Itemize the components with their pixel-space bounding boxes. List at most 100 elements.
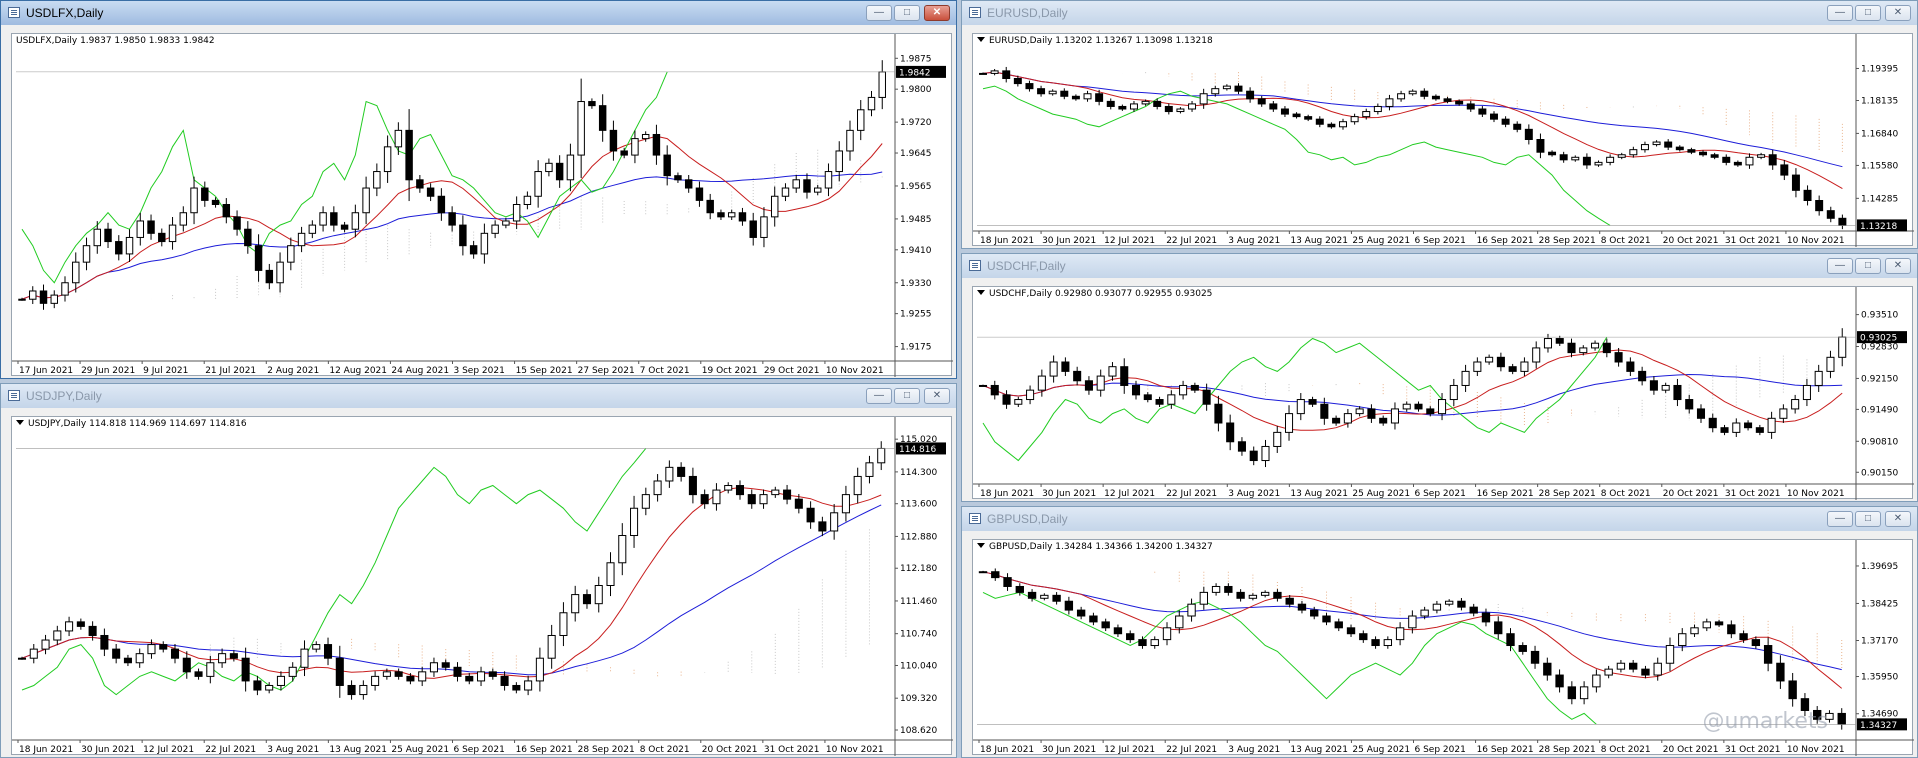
x-tick-label: 15 Sep 2021 bbox=[516, 366, 573, 376]
candle-body bbox=[330, 212, 338, 226]
candle-body bbox=[1346, 627, 1356, 635]
candle-body bbox=[206, 662, 215, 677]
candle-body bbox=[1685, 399, 1694, 410]
candle-body bbox=[1214, 403, 1223, 424]
y-tick-label: 0.92150 bbox=[1861, 374, 1898, 384]
minimize-button[interactable]: — bbox=[866, 388, 892, 404]
chart-plot-area[interactable]: 1.9842 1.9875 1.9800 1.9720 1.9645 1.9565 1.94… bbox=[11, 33, 953, 377]
chart-plot-area[interactable]: 1.13218 1.19395 1.18135 1.16840 1.15580 1.142… bbox=[972, 33, 1914, 247]
candle-body bbox=[1641, 668, 1650, 676]
candle-body bbox=[559, 612, 568, 636]
maximize-button[interactable]: □ bbox=[1855, 511, 1881, 527]
candle-body bbox=[112, 648, 121, 659]
candle-body bbox=[1426, 408, 1435, 415]
close-button[interactable]: ✕ bbox=[1885, 5, 1911, 21]
candle-body bbox=[588, 101, 596, 107]
collapse-arrow-icon[interactable] bbox=[977, 290, 985, 295]
candle-body bbox=[1002, 394, 1011, 405]
candle-body bbox=[1155, 399, 1164, 405]
candle-body bbox=[1555, 674, 1564, 688]
collapse-arrow-icon[interactable] bbox=[16, 420, 24, 425]
maximize-button[interactable]: □ bbox=[1855, 5, 1881, 21]
maximize-button[interactable]: □ bbox=[1855, 258, 1881, 274]
close-button[interactable]: ✕ bbox=[1885, 258, 1911, 274]
candle-body bbox=[749, 220, 757, 238]
title-bar[interactable]: USDJPY,Daily — □ ✕ bbox=[1, 384, 956, 408]
candle-body bbox=[222, 204, 231, 218]
collapse-arrow-icon[interactable] bbox=[977, 37, 985, 42]
title-bar[interactable]: USDLFX,Daily — □ ✕ bbox=[1, 1, 956, 25]
candle-body bbox=[512, 684, 521, 691]
candle-body bbox=[1653, 662, 1662, 676]
candle-body bbox=[865, 462, 874, 477]
candle-body bbox=[1614, 352, 1623, 363]
candle-body bbox=[1414, 403, 1423, 410]
title-bar[interactable]: EURUSD,Daily — □ ✕ bbox=[962, 1, 1917, 25]
candle-body bbox=[1037, 88, 1046, 95]
y-tick-label: 1.18135 bbox=[1861, 96, 1898, 106]
candle-body bbox=[405, 129, 413, 181]
maximize-button[interactable]: □ bbox=[894, 388, 920, 404]
candle-body bbox=[1532, 347, 1541, 363]
candle-body bbox=[1373, 105, 1382, 113]
close-button[interactable]: ✕ bbox=[1885, 511, 1911, 527]
candle-body bbox=[1722, 156, 1731, 163]
candle-body bbox=[1084, 380, 1093, 391]
x-tick-label: 21 Jul 2021 bbox=[205, 366, 256, 376]
x-tick-label: 3 Aug 2021 bbox=[1228, 236, 1280, 246]
window-title: USDJPY,Daily bbox=[26, 389, 102, 403]
candle-body bbox=[835, 150, 843, 173]
x-tick-label: 10 Nov 2021 bbox=[1787, 745, 1845, 755]
candle-body bbox=[853, 475, 862, 496]
candle-body bbox=[41, 639, 50, 650]
x-tick-label: 16 Sep 2021 bbox=[1477, 489, 1534, 499]
candle-body bbox=[1179, 384, 1188, 396]
close-button[interactable]: ✕ bbox=[924, 388, 950, 404]
maximize-button[interactable]: □ bbox=[894, 5, 920, 21]
minimize-button[interactable]: — bbox=[1827, 258, 1853, 274]
candle-body bbox=[877, 447, 886, 464]
close-button[interactable]: ✕ bbox=[924, 5, 950, 21]
chart-window-usdlfx[interactable]: USDLFX,Daily — □ ✕ 1.9842 1.9875 1.9800 1.9… bbox=[0, 0, 957, 379]
candle-body bbox=[1304, 116, 1313, 120]
candle-body bbox=[824, 171, 833, 189]
candle-body bbox=[1617, 154, 1626, 158]
chart-window-eurusd[interactable]: EURUSD,Daily — □ ✕ 1.13218 1.19395 1.18135… bbox=[961, 0, 1918, 249]
minimize-button[interactable]: — bbox=[866, 5, 892, 21]
price-chart: 1.13218 1.19395 1.18135 1.16840 1.15580 1.142… bbox=[973, 34, 1914, 247]
candle-body bbox=[1536, 139, 1545, 153]
x-tick-label: 17 Jun 2021 bbox=[19, 366, 73, 376]
candle-body bbox=[1025, 83, 1034, 90]
title-bar[interactable]: GBPUSD,Daily — □ ✕ bbox=[962, 507, 1917, 531]
candle-body bbox=[867, 96, 876, 111]
candle-body bbox=[287, 245, 295, 263]
candle-body bbox=[1296, 399, 1305, 415]
x-tick-label: 16 Sep 2021 bbox=[1477, 236, 1534, 246]
chart-window-usdjpy[interactable]: USDJPY,Daily — □ ✕ 114.816 115.020 114.300… bbox=[0, 383, 957, 758]
candle-body bbox=[1826, 356, 1835, 372]
minimize-button[interactable]: — bbox=[1827, 511, 1853, 527]
candle-body bbox=[1106, 100, 1115, 107]
chart-plot-area[interactable]: 0.93025 0.93510 0.92830 0.92150 0.91490 0.908… bbox=[972, 286, 1914, 500]
candle-body bbox=[1652, 141, 1661, 146]
collapse-arrow-icon[interactable] bbox=[977, 543, 985, 548]
chart-window-usdchf[interactable]: USDCHF,Daily — □ ✕ 0.93025 0.93510 0.92830… bbox=[961, 253, 1918, 502]
x-tick-label: 22 Jul 2021 bbox=[1166, 489, 1217, 499]
candle-body bbox=[1751, 639, 1761, 647]
candle-body bbox=[1126, 633, 1135, 641]
candle-body bbox=[1339, 121, 1347, 128]
x-tick-label: 30 Jun 2021 bbox=[1042, 236, 1096, 246]
candle-body bbox=[1443, 98, 1452, 102]
title-bar[interactable]: USDCHF,Daily — □ ✕ bbox=[962, 254, 1917, 278]
minimize-button[interactable]: — bbox=[1827, 5, 1853, 21]
chart-window-icon bbox=[8, 390, 20, 401]
candle-body bbox=[297, 232, 306, 247]
x-tick-label: 30 Jun 2021 bbox=[1042, 745, 1096, 755]
candle-body bbox=[1402, 403, 1411, 410]
candle-body bbox=[308, 224, 317, 234]
candle-body bbox=[429, 662, 438, 673]
candle-body bbox=[620, 150, 628, 156]
chart-plot-area[interactable]: 114.816 115.020 114.300 113.600 112.880 112.1… bbox=[11, 416, 953, 756]
candle-body bbox=[426, 187, 435, 197]
candle-body bbox=[1143, 394, 1152, 401]
